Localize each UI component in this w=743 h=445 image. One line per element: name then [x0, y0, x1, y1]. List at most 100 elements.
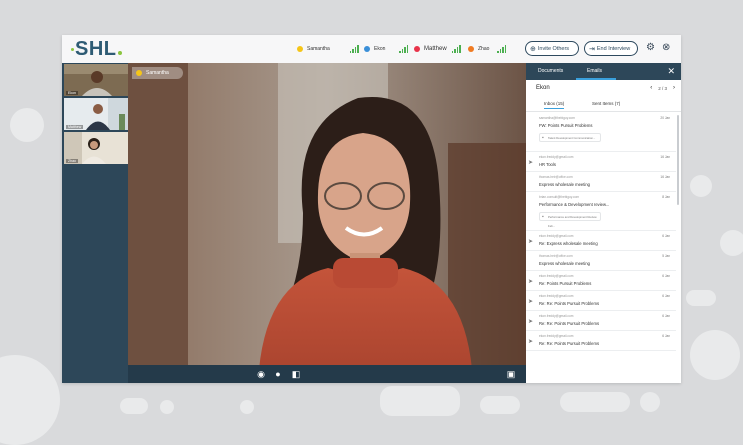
email-sender: ekon.freddy@gmail.com: [539, 155, 574, 159]
shl-logo: SHL: [71, 38, 122, 61]
bg-pill: [686, 290, 716, 306]
email-subject: Re: Re: Points Pursuit Problems: [539, 301, 600, 306]
tab-inbox[interactable]: Inbox (15): [544, 101, 565, 109]
bg-pill: [380, 386, 460, 416]
email-list: samantha@thebiguy.com 20 Jan FW: Points Pu…: [526, 113, 676, 383]
page-indicator: 2 / 3: [658, 85, 667, 91]
email-subject: Express wholesale meeting: [539, 182, 590, 187]
email-sender: brian.consult@thebiguy.com: [539, 195, 580, 199]
close-icon[interactable]: ✕: [667, 66, 675, 77]
tab-documents[interactable]: Documents: [538, 68, 563, 74]
signal-icon: [451, 45, 462, 53]
tab-emails[interactable]: Emails: [587, 68, 602, 74]
email-sender: thomas.heir@offce.com: [539, 254, 573, 258]
chevron-right-icon[interactable]: ›: [673, 85, 675, 91]
email-sender: ekon.freddy@gmail.com: [539, 294, 574, 298]
bg-circle: [720, 230, 743, 256]
bg-circle: [690, 175, 712, 197]
participant-view-icon[interactable]: ▣: [506, 369, 516, 379]
bg-circle: [690, 330, 740, 380]
email-sender: ekon.freddy@gmail.com: [539, 334, 574, 338]
interview-app-window: SHL Samantha Ekon Matthew Zhao ⊕ Invite …: [62, 35, 681, 383]
participant-samantha[interactable]: Samantha: [297, 44, 360, 54]
participant-name: Samantha: [307, 46, 330, 52]
participant-zhao[interactable]: Zhao: [468, 44, 507, 54]
logo-text: SHL: [75, 38, 117, 60]
email-date: 6 Jan: [662, 234, 670, 238]
bg-circle: [10, 108, 44, 142]
invite-others-button[interactable]: ⊕ Invite Others: [525, 41, 579, 56]
thumbnail-name: Zhao: [66, 159, 78, 163]
thumbnail-matthew[interactable]: Matthew: [64, 98, 128, 130]
end-interview-button[interactable]: ⇥ End Interview: [584, 41, 638, 56]
active-tab-underline: [576, 78, 616, 80]
email-date: 16 Jan: [660, 175, 670, 179]
email-subject: Re: Re: Points Pursuit Problems: [539, 321, 600, 326]
scrollbar[interactable]: [677, 115, 679, 205]
signal-icon: [497, 45, 507, 53]
bg-circle: [640, 392, 660, 412]
email-row[interactable]: ➤ ekon.freddy@gmail.com 6 Jan Re: Re: Point…: [526, 291, 676, 311]
bg-circle: [160, 400, 174, 414]
panel-title: Ekon: [536, 85, 550, 91]
email-row[interactable]: ➤ ekon.freddy@gmail.com 6 Jan Re: Points Pu…: [526, 271, 676, 291]
email-row[interactable]: thomas.heir@offce.com 5 Jan Express wholes…: [526, 251, 676, 271]
participant-color-dot: [297, 46, 303, 52]
add-person-icon: ⊕: [530, 45, 536, 53]
email-row[interactable]: ➤ ekon.freddy@gmail.com 16 Jan HR Tools: [526, 152, 676, 172]
email-row[interactable]: brian.consult@thebiguy.com 8 Jan Performan…: [526, 192, 676, 231]
email-attachment[interactable]: Performance and Development Review Feb..…: [539, 212, 601, 228]
chevron-left-icon[interactable]: ‹: [650, 85, 652, 91]
bg-pill: [480, 396, 520, 414]
thumbnail-ekon[interactable]: Ekon: [64, 64, 128, 96]
email-date: 16 Jan: [660, 155, 670, 159]
participant-color-dot: [364, 46, 370, 52]
record-icon[interactable]: ◉: [256, 369, 266, 379]
bg-pill: [560, 392, 630, 412]
email-row[interactable]: ➤ ekon.freddy@gmail.com 6 Jan Re: Express w…: [526, 231, 676, 251]
divider: [526, 111, 681, 112]
top-bar: SHL Samantha Ekon Matthew Zhao ⊕ Invite …: [62, 35, 681, 63]
email-date: 6 Jan: [662, 314, 670, 318]
participant-name: Zhao: [478, 46, 490, 52]
email-subject: Performance & Development review...: [539, 202, 610, 207]
email-date: 6 Jan: [662, 334, 670, 338]
email-sender: ekon.freddy@gmail.com: [539, 274, 574, 278]
chat-icon[interactable]: ●: [273, 369, 283, 379]
email-attachment[interactable]: Talent Development Communication...: [539, 133, 601, 143]
participant-color-dot: [414, 46, 420, 52]
main-video: Samantha ◉ ● ◧ ▣: [128, 63, 526, 383]
bg-circle: [0, 355, 60, 445]
email-subject: Re: Re: Points Pursuit Problems: [539, 341, 600, 346]
sent-arrow-icon: ➤: [528, 299, 534, 305]
bg-circle: [240, 400, 254, 414]
participant-name: Matthew: [424, 46, 447, 52]
documents-emails-panel: Documents Emails ✕ Ekon ‹ 2 / 3 › Inbox …: [526, 63, 681, 383]
sent-arrow-icon: ➤: [528, 160, 534, 166]
email-subject: Re: Express wholesale meeting: [539, 241, 598, 246]
exit-icon: ⇥: [589, 45, 595, 53]
email-date: 8 Jan: [662, 195, 670, 199]
signal-icon: [399, 45, 409, 53]
video-controls: ◉ ● ◧ ▣: [128, 365, 526, 383]
thumbnail-name: Matthew: [66, 125, 84, 129]
pagination: ‹ 2 / 3 ›: [650, 85, 675, 91]
thumbnail-zhao[interactable]: Zhao: [64, 132, 128, 164]
email-row[interactable]: ➤ ekon.freddy@gmail.com 6 Jan Re: Re: Point…: [526, 331, 676, 351]
speaker-name: Samantha: [146, 70, 169, 76]
gear-icon[interactable]: ⚙: [646, 42, 655, 53]
email-row[interactable]: ➤ ekon.freddy@gmail.com 6 Jan Re: Re: Point…: [526, 311, 676, 331]
participant-ekon[interactable]: Ekon: [364, 44, 409, 54]
tab-sent-items[interactable]: Sent Items (7): [592, 101, 620, 106]
participant-name: Ekon: [374, 46, 386, 52]
email-row[interactable]: thomas.heir@offce.com 16 Jan Express whole…: [526, 172, 676, 192]
email-date: 20 Jan: [660, 116, 670, 120]
layout-icon[interactable]: ◧: [291, 369, 301, 379]
email-date: 5 Jan: [662, 254, 670, 258]
email-row[interactable]: samantha@thebiguy.com 20 Jan FW: Points Pu…: [526, 113, 676, 152]
participant-matthew[interactable]: Matthew: [414, 44, 462, 54]
close-circle-icon[interactable]: ⊗: [662, 42, 670, 53]
email-subject: Express wholesale meeting: [539, 261, 590, 266]
speaker-color-dot: [136, 70, 142, 76]
email-subject: HR Tools: [539, 162, 556, 167]
